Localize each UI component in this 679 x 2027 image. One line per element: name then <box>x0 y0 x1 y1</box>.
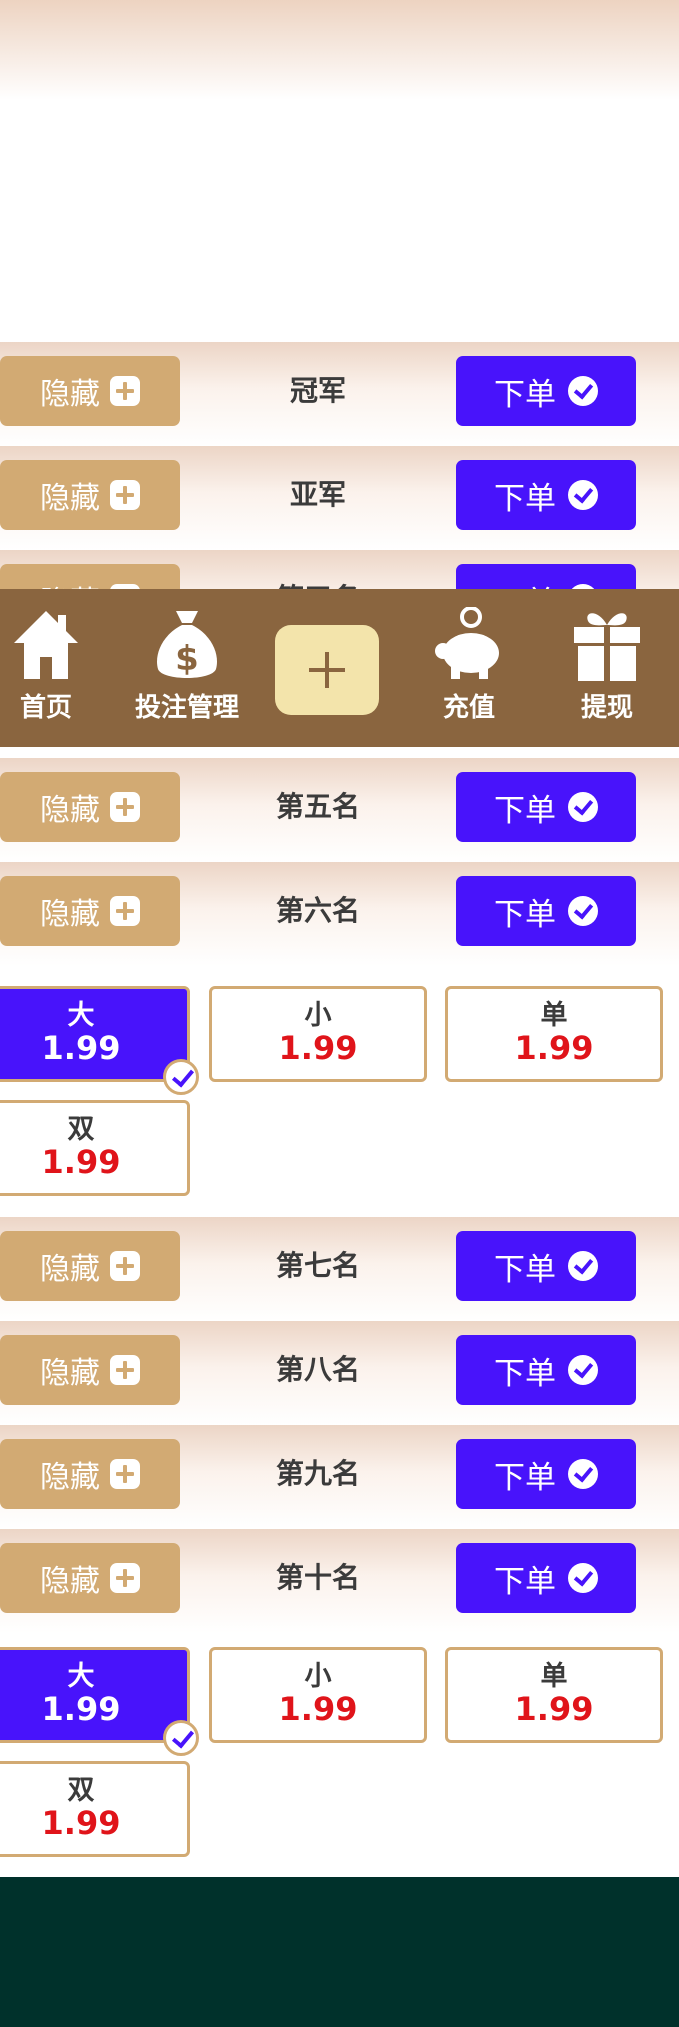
tab-withdraw[interactable]: 提现 <box>564 589 650 747</box>
place-order-button[interactable]: 下单 <box>456 1439 636 1509</box>
tab-bet-management[interactable]: $ 投注管理 <box>122 589 252 747</box>
option-odd[interactable]: 单 1.99 <box>445 1647 663 1743</box>
plus-icon <box>110 792 140 822</box>
tab-label: 投注管理 <box>134 693 239 723</box>
hide-button[interactable]: 隐藏 <box>0 1231 180 1301</box>
svg-text:$: $ <box>175 639 199 679</box>
check-icon <box>568 1459 598 1489</box>
gift-icon <box>574 613 640 681</box>
hide-button[interactable]: 隐藏 <box>0 460 180 530</box>
option-big[interactable]: 大 1.99 <box>0 986 199 1095</box>
bet-row-runner-up: 隐藏 亚军 下单 <box>0 446 679 550</box>
row-title: 亚军 <box>289 478 346 511</box>
hide-button[interactable]: 隐藏 <box>0 1439 180 1509</box>
row-title: 冠军 <box>289 374 346 407</box>
check-icon <box>568 1355 598 1385</box>
home-icon <box>14 611 78 679</box>
bet-row-fifth: 隐藏 第五名 下单 <box>0 758 679 862</box>
piggy-bank-icon <box>435 607 499 679</box>
row-title: 第十名 <box>275 1561 360 1594</box>
tab-label: 充值 <box>442 693 495 723</box>
top-gradient <box>0 0 679 100</box>
bet-row-eighth: 隐藏 第八名 下单 <box>0 1321 679 1425</box>
check-icon <box>568 480 598 510</box>
plus-icon <box>110 376 140 406</box>
row-title: 第九名 <box>275 1457 360 1490</box>
bet-row-champion: 隐藏 冠军 下单 <box>0 342 679 446</box>
option-even[interactable]: 双 1.99 <box>0 1761 190 1857</box>
option-big[interactable]: 大 1.99 <box>0 1647 199 1756</box>
check-icon <box>568 1563 598 1593</box>
check-icon <box>568 376 598 406</box>
place-order-button[interactable]: 下单 <box>456 1335 636 1405</box>
place-order-button[interactable]: 下单 <box>456 876 636 946</box>
hide-button[interactable]: 隐藏 <box>0 356 180 426</box>
plus-icon <box>110 480 140 510</box>
plus-icon <box>110 896 140 926</box>
place-order-button[interactable]: 下单 <box>456 460 636 530</box>
row-title: 第八名 <box>275 1353 360 1386</box>
place-order-button[interactable]: 下单 <box>456 1231 636 1301</box>
tab-home[interactable]: 首页 <box>0 589 92 747</box>
selected-check-icon <box>163 1059 199 1095</box>
row-title: 第六名 <box>275 894 360 927</box>
footer-bar <box>0 1877 679 2027</box>
bet-row-sixth: 隐藏 第六名 下单 <box>0 862 679 966</box>
option-even[interactable]: 双 1.99 <box>0 1100 190 1196</box>
bet-row-ninth: 隐藏 第九名 下单 <box>0 1425 679 1529</box>
check-icon <box>568 1251 598 1281</box>
option-small[interactable]: 小 1.99 <box>209 1647 427 1743</box>
plus-icon <box>110 1459 140 1489</box>
place-order-button[interactable]: 下单 <box>456 1543 636 1613</box>
bottom-tab-bar: 首页 $ 投注管理 充值 提现 <box>0 589 679 747</box>
place-order-button[interactable]: 下单 <box>456 356 636 426</box>
bet-row-tenth: 隐藏 第十名 下单 <box>0 1529 679 1633</box>
check-icon <box>568 896 598 926</box>
tab-label: 提现 <box>580 693 633 723</box>
place-order-button[interactable]: 下单 <box>456 772 636 842</box>
option-odd[interactable]: 单 1.99 <box>445 986 663 1082</box>
bet-row-seventh: 隐藏 第七名 下单 <box>0 1217 679 1321</box>
row-title: 第七名 <box>275 1249 360 1282</box>
tab-recharge[interactable]: 充值 <box>426 589 512 747</box>
option-small[interactable]: 小 1.99 <box>209 986 427 1082</box>
plus-icon <box>110 1355 140 1385</box>
hide-button[interactable]: 隐藏 <box>0 1543 180 1613</box>
tab-label: 首页 <box>19 693 72 723</box>
center-plus-button[interactable] <box>275 625 379 715</box>
plus-icon <box>110 1563 140 1593</box>
hide-button[interactable]: 隐藏 <box>0 876 180 946</box>
hide-button[interactable]: 隐藏 <box>0 772 180 842</box>
selected-check-icon <box>163 1720 199 1756</box>
money-bag-icon: $ <box>157 611 217 679</box>
hide-button[interactable]: 隐藏 <box>0 1335 180 1405</box>
row-title: 第五名 <box>275 790 360 823</box>
plus-icon <box>110 1251 140 1281</box>
check-icon <box>568 792 598 822</box>
